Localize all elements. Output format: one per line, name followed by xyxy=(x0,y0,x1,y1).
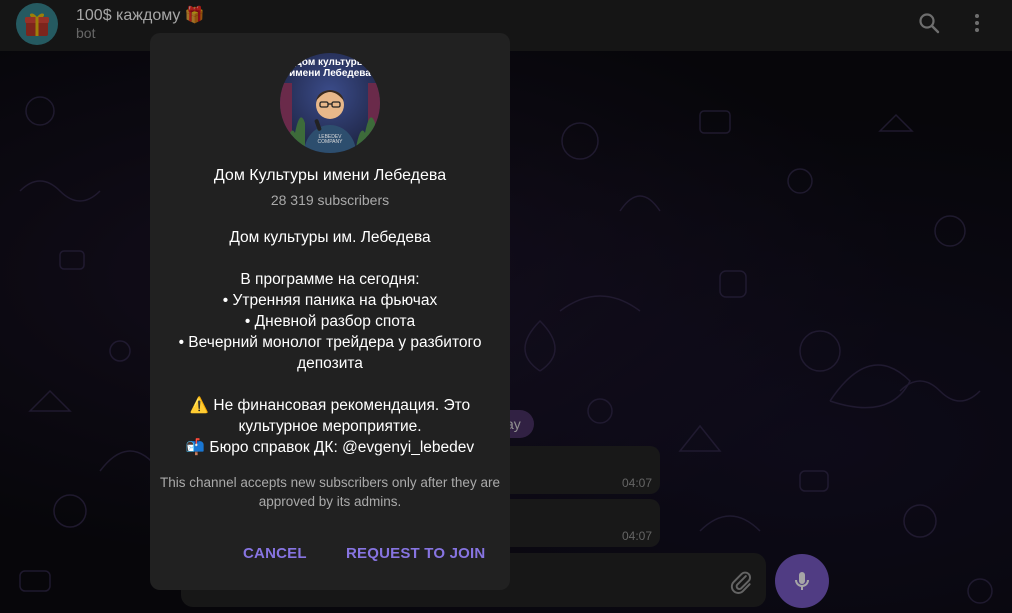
description-line: Дом культуры им. Лебедева xyxy=(229,229,431,246)
description-line: • Утренняя паника на фьючах xyxy=(222,292,438,309)
avatar-title-text: Дом культуры имени Лебедева xyxy=(289,57,371,79)
description-line xyxy=(168,374,492,395)
approval-note: This channel accepts new subscribers onl… xyxy=(160,475,500,509)
channel-avatar: Дом культуры имени Лебедева LEBEDEV COMP… xyxy=(280,53,380,153)
description-line: • Вечерний монолог трейдера у разбитого … xyxy=(178,334,482,372)
description-line: • Дневной разбор спота xyxy=(244,313,416,330)
request-to-join-button[interactable]: REQUEST TO JOIN xyxy=(346,545,485,562)
channel-name: Дом Культуры имени Лебедева xyxy=(213,167,447,184)
description-line: В программе на сегодня: xyxy=(240,271,420,288)
join-channel-dialog: Дом культуры имени Лебедева LEBEDEV COMP… xyxy=(150,33,510,590)
cancel-button[interactable]: CANCEL xyxy=(243,545,307,562)
description-line: 📬 Бюро справок ДК: @evgenyi_lebedev xyxy=(185,439,475,456)
subscriber-count: 28 319 subscribers xyxy=(270,192,390,208)
avatar-shirt-text: LEBEDEV COMPANY xyxy=(317,134,343,145)
description-line xyxy=(168,248,492,269)
description-line: ⚠️ Не финансовая рекомендация. Это культ… xyxy=(189,397,471,435)
channel-description: Дом культуры им. Лебедева В программе на… xyxy=(168,227,492,458)
